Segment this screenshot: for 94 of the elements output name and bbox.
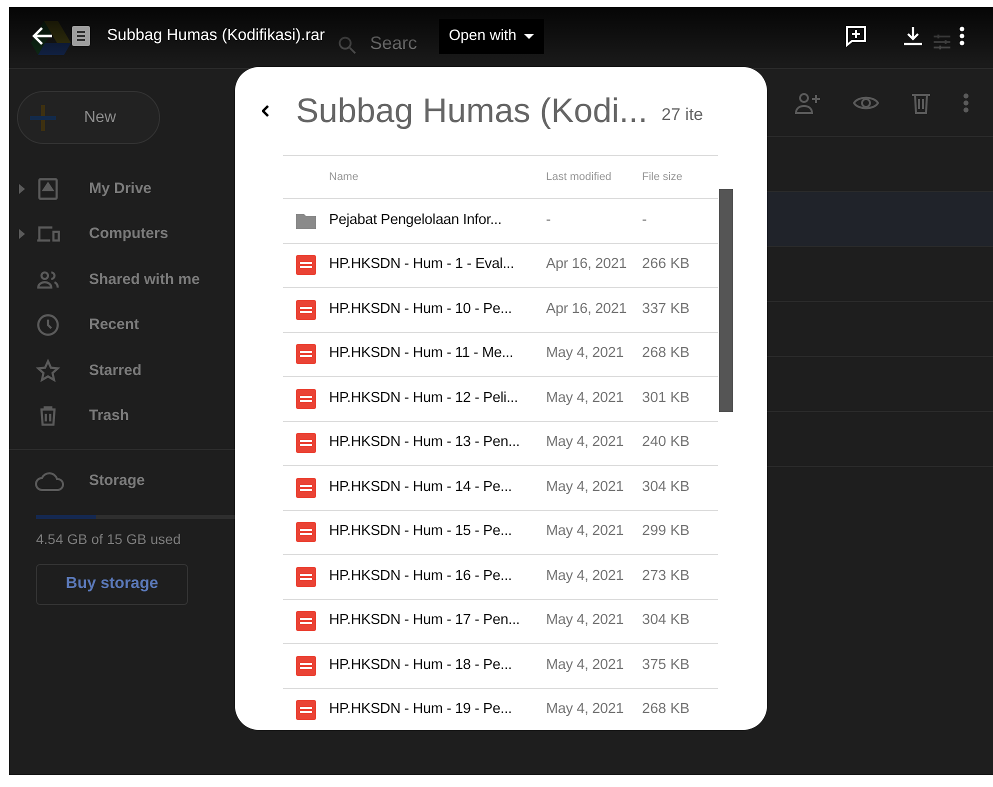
- file-size: 268 KB: [642, 700, 690, 720]
- modified-date: May 4, 2021: [546, 611, 625, 630]
- buy-storage-button[interactable]: Buy storage: [36, 564, 188, 604]
- column-header: Last modified: [546, 170, 612, 185]
- modified-date: May 4, 2021: [546, 388, 625, 408]
- modified-date: May 4, 2021: [546, 700, 625, 720]
- file-title: Subbag Humas (Kodifikasi).rar: [107, 26, 325, 46]
- file-name: HP.HKSDN - Hum - 14 - Pe...: [329, 478, 513, 497]
- storage-item[interactable]: Storage: [35, 470, 235, 492]
- file-size: 304 KB: [642, 478, 690, 497]
- column-header: File size: [642, 170, 682, 185]
- document-icon: [72, 26, 90, 46]
- dropdown-caret-icon: [524, 34, 534, 38]
- file-name: HP.HKSDN - Hum - 1 - Eval...: [329, 255, 516, 274]
- file-size: 337 KB: [642, 300, 690, 319]
- pdf-file-icon: [296, 566, 316, 587]
- file-size: 268 KB: [642, 344, 690, 364]
- file-name: HP.HKSDN - Hum - 13 - Pen...: [329, 433, 521, 452]
- archive-row[interactable]: HP.HKSDN - Hum - 16 - Pe... May 4, 2021 273 KB: [283, 555, 718, 600]
- modified-date: May 4, 2021: [546, 656, 625, 675]
- file-name: HP.HKSDN - Hum - 19 - Pe...: [329, 700, 513, 720]
- storage-usage-text: 4.54 GB of 15 GB used: [36, 530, 182, 548]
- folder-icon: [296, 212, 316, 229]
- archive-row[interactable]: HP.HKSDN - Hum - 17 - Pen... May 4, 2021 304 KB: [283, 600, 718, 644]
- new-button[interactable]: New: [17, 91, 160, 144]
- file-size: 273 KB: [642, 566, 690, 586]
- archive-row[interactable]: HP.HKSDN - Hum - 13 - Pen... May 4, 2021 240 KB: [283, 422, 718, 466]
- add-comment-icon[interactable]: [845, 25, 867, 47]
- more-icon[interactable]: [959, 26, 965, 46]
- file-size: 299 KB: [642, 522, 690, 542]
- file-name: HP.HKSDN - Hum - 11 - Me...: [329, 344, 514, 364]
- modified-date: Apr 16, 2021: [546, 255, 628, 274]
- file-size: 240 KB: [642, 433, 690, 452]
- pdf-file-icon: [296, 300, 316, 320]
- more-icon: [963, 92, 969, 112]
- pdf-file-icon: [296, 478, 316, 498]
- sidebar-item[interactable]: Recent: [9, 302, 235, 348]
- star-icon: [35, 358, 61, 384]
- plus-icon: [28, 102, 58, 132]
- sidebar-item[interactable]: Computers: [9, 212, 235, 257]
- archive-row[interactable]: HP.HKSDN - Hum - 12 - Peli... May 4, 2021 301 KB: [283, 377, 718, 422]
- pdf-file-icon: [296, 656, 316, 676]
- scrollbar-thumb[interactable]: [719, 189, 733, 412]
- pdf-file-icon: [296, 700, 316, 720]
- sidebar-item[interactable]: Trash: [9, 394, 235, 439]
- pdf-file-icon: [296, 388, 316, 409]
- archive-row[interactable]: Pejabat Pengelolaan Infor... - -: [283, 199, 718, 244]
- search-text: Searc: [370, 32, 418, 55]
- download-icon[interactable]: [903, 26, 923, 46]
- archive-row[interactable]: HP.HKSDN - Hum - 15 - Pe... May 4, 2021 299 KB: [283, 510, 718, 555]
- item-count: 27 ite: [662, 104, 704, 126]
- modified-date: May 4, 2021: [546, 344, 625, 364]
- drive-logo-icon: [31, 20, 71, 54]
- file-name: HP.HKSDN - Hum - 17 - Pen...: [329, 611, 521, 630]
- modified-date: May 4, 2021: [546, 478, 625, 497]
- archive-row[interactable]: HP.HKSDN - Hum - 18 - Pe... May 4, 2021 375 KB: [283, 644, 718, 688]
- archive-row[interactable]: HP.HKSDN - Hum - 14 - Pe... May 4, 2021 304 KB: [283, 466, 718, 510]
- modified-date: May 4, 2021: [546, 522, 625, 542]
- file-size: 304 KB: [642, 611, 690, 630]
- modified-date: May 4, 2021: [546, 433, 625, 452]
- sidebar-item[interactable]: My Drive: [9, 166, 235, 212]
- file-name: HP.HKSDN - Hum - 12 - Peli...: [329, 388, 519, 408]
- sidebar-item[interactable]: Shared with me: [9, 257, 235, 302]
- clock-icon: [35, 312, 61, 338]
- file-name: HP.HKSDN - Hum - 10 - Pe...: [329, 300, 513, 319]
- pdf-file-icon: [296, 255, 316, 276]
- archive-row[interactable]: HP.HKSDN - Hum - 19 - Pe... May 4, 2021 268 KB: [283, 688, 718, 730]
- file-name: HP.HKSDN - Hum - 18 - Pe...: [329, 656, 513, 675]
- pdf-file-icon: [296, 522, 316, 542]
- file-size: 375 KB: [642, 656, 690, 675]
- archive-title: Subbag Humas (Kodi...: [296, 90, 648, 132]
- back-chevron-icon[interactable]: [262, 105, 270, 117]
- archive-row[interactable]: HP.HKSDN - Hum - 11 - Me... May 4, 2021 268 KB: [283, 332, 718, 377]
- pdf-file-icon: [296, 611, 316, 632]
- cloud-icon: [35, 471, 65, 492]
- file-size: -: [642, 210, 647, 230]
- add-person-icon: [795, 90, 821, 114]
- archive-row[interactable]: HP.HKSDN - Hum - 10 - Pe... Apr 16, 2021 337 KB: [283, 288, 718, 332]
- pdf-file-icon: [296, 344, 316, 364]
- file-size: 301 KB: [642, 388, 690, 408]
- file-name: Pejabat Pengelolaan Infor...: [329, 210, 503, 230]
- pdf-file-icon: [296, 433, 316, 454]
- trash-icon: [911, 92, 931, 114]
- open-with-button[interactable]: Open with: [438, 18, 544, 54]
- modified-date: Apr 16, 2021: [546, 300, 628, 319]
- modified-date: May 4, 2021: [546, 566, 625, 586]
- modified-date: -: [546, 210, 552, 230]
- column-header: Name: [329, 170, 360, 185]
- back-arrow-icon[interactable]: [31, 26, 53, 46]
- archive-row[interactable]: HP.HKSDN - Hum - 1 - Eval... Apr 16, 2021 266 KB: [283, 244, 718, 288]
- file-name: HP.HKSDN - Hum - 15 - Pe...: [329, 522, 513, 542]
- file-size: 266 KB: [642, 255, 690, 274]
- file-name: HP.HKSDN - Hum - 16 - Pe...: [329, 566, 513, 586]
- sidebar-item[interactable]: Starred: [9, 348, 235, 394]
